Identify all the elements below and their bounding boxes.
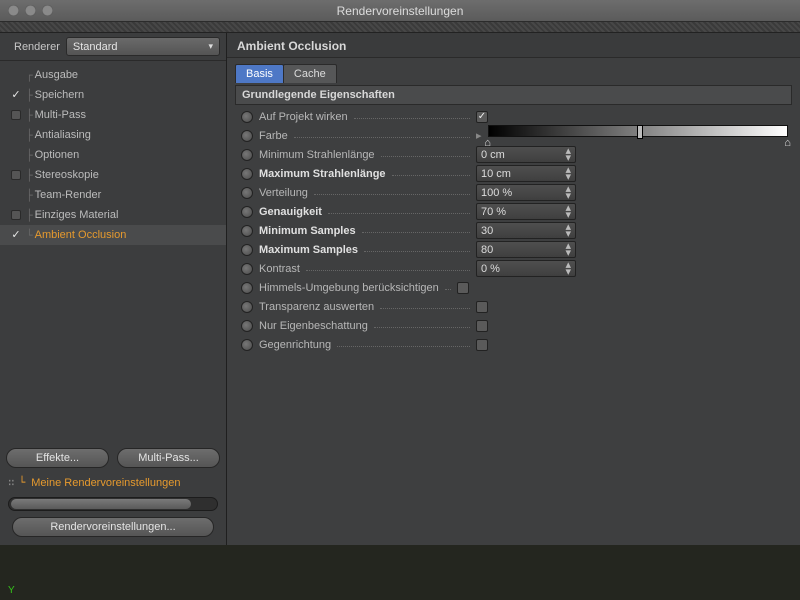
- axis-label-y: Y: [8, 585, 15, 596]
- sky-env-checkbox[interactable]: [457, 282, 469, 294]
- row-apply-project: Auf Projekt wirken ✓: [235, 107, 792, 126]
- checkbox-icon[interactable]: [11, 110, 21, 120]
- tree-item-stereoskopie[interactable]: ├ Stereoskopie: [0, 165, 226, 185]
- window-body: Renderer Standard ▾ ┌ Ausgabe ✓├ Speiche…: [0, 33, 800, 545]
- radio-icon[interactable]: [241, 149, 253, 161]
- radio-icon[interactable]: [241, 225, 253, 237]
- row-self-shadow: Nur Eigenbeschattung: [235, 316, 792, 335]
- radio-icon[interactable]: [241, 244, 253, 256]
- scrollbar-thumb[interactable]: [11, 499, 191, 509]
- min-samples-field[interactable]: 30▴▾: [476, 222, 576, 239]
- spinner-icon: ▴▾: [565, 167, 571, 181]
- gradient-stop-left[interactable]: ⌂: [484, 137, 491, 149]
- viewport[interactable]: Y: [0, 545, 800, 600]
- row-min-samples: Minimum Samples 30▴▾: [235, 221, 792, 240]
- property-rows: Auf Projekt wirken ✓ Farbe ▸: [235, 105, 792, 356]
- checkbox-icon[interactable]: [11, 210, 21, 220]
- row-transparency: Transparenz auswerten: [235, 297, 792, 316]
- tab-basis[interactable]: Basis: [235, 64, 284, 83]
- tree-item-optionen[interactable]: ├ Optionen: [0, 145, 226, 165]
- tree-item-ambient-occlusion[interactable]: ✓└ Ambient Occlusion: [0, 225, 226, 245]
- chevron-down-icon: ▾: [208, 41, 213, 52]
- check-icon[interactable]: ✓: [11, 230, 22, 241]
- radio-icon[interactable]: [241, 301, 253, 313]
- max-ray-field[interactable]: 10 cm▴▾: [476, 165, 576, 182]
- tree-item-einziges-material[interactable]: ├ Einziges Material: [0, 205, 226, 225]
- multipass-button[interactable]: Multi-Pass...: [117, 448, 220, 468]
- left-panel: Renderer Standard ▾ ┌ Ausgabe ✓├ Speiche…: [0, 33, 227, 545]
- arrow-right-icon[interactable]: ▸: [476, 129, 482, 142]
- gradient-stop-right[interactable]: ⌂: [784, 137, 791, 149]
- spinner-icon: ▴▾: [565, 148, 571, 162]
- presets-row[interactable]: ∷ └ Meine Rendervoreinstellungen: [6, 474, 220, 497]
- row-distribution: Verteilung 100 %▴▾: [235, 183, 792, 202]
- settings-tree: ┌ Ausgabe ✓├ Speichern ├ Multi-Pass ├ An…: [0, 61, 226, 442]
- radio-icon[interactable]: [241, 282, 253, 294]
- tree-item-multipass[interactable]: ├ Multi-Pass: [0, 105, 226, 125]
- right-panel: Ambient Occlusion Basis Cache Grundlegen…: [227, 33, 800, 545]
- basic-properties-group: Grundlegende Eigenschaften Auf Projekt w…: [235, 85, 792, 356]
- spinner-icon: ▴▾: [565, 205, 571, 219]
- window-title: Rendervoreinstellungen: [0, 4, 800, 18]
- max-samples-field[interactable]: 80▴▾: [476, 241, 576, 258]
- renderer-row: Renderer Standard ▾: [0, 33, 226, 61]
- spinner-icon: ▴▾: [565, 243, 571, 257]
- expand-icon[interactable]: ∷: [8, 476, 15, 489]
- radio-icon[interactable]: [241, 187, 253, 199]
- transparency-checkbox[interactable]: [476, 301, 488, 313]
- radio-icon[interactable]: [241, 263, 253, 275]
- min-ray-field[interactable]: 0 cm▴▾: [476, 146, 576, 163]
- grip-area[interactable]: [0, 22, 800, 33]
- reverse-checkbox[interactable]: [476, 339, 488, 351]
- spinner-icon: ▴▾: [565, 262, 571, 276]
- tabs: Basis Cache: [227, 58, 800, 83]
- titlebar[interactable]: Rendervoreinstellungen: [0, 0, 800, 22]
- render-settings-window: Rendervoreinstellungen Renderer Standard…: [0, 0, 800, 545]
- renderer-label: Renderer: [14, 41, 60, 53]
- color-gradient[interactable]: [488, 125, 788, 137]
- distribution-field[interactable]: 100 %▴▾: [476, 184, 576, 201]
- open-render-settings-button[interactable]: Rendervoreinstellungen...: [12, 517, 214, 537]
- radio-icon[interactable]: [241, 206, 253, 218]
- checkbox-icon[interactable]: [11, 170, 21, 180]
- effects-button[interactable]: Effekte...: [6, 448, 109, 468]
- row-max-samples: Maximum Samples 80▴▾: [235, 240, 792, 259]
- row-contrast: Kontrast 0 %▴▾: [235, 259, 792, 278]
- row-sky-env: Himmels-Umgebung berücksichtigen: [235, 278, 792, 297]
- left-bottom: Effekte... Multi-Pass... ∷ └ Meine Rende…: [0, 442, 226, 545]
- self-shadow-checkbox[interactable]: [476, 320, 488, 332]
- row-reverse: Gegenrichtung: [235, 335, 792, 354]
- group-title: Grundlegende Eigenschaften: [235, 85, 792, 105]
- radio-icon[interactable]: [241, 320, 253, 332]
- check-icon[interactable]: ✓: [11, 90, 22, 101]
- tree-item-speichern[interactable]: ✓├ Speichern: [0, 85, 226, 105]
- panel-title: Ambient Occlusion: [227, 33, 800, 58]
- renderer-value: Standard: [73, 41, 118, 53]
- renderer-dropdown[interactable]: Standard ▾: [66, 37, 220, 56]
- spinner-icon: ▴▾: [565, 224, 571, 238]
- radio-icon[interactable]: [241, 339, 253, 351]
- tree-item-ausgabe[interactable]: ┌ Ausgabe: [0, 65, 226, 85]
- radio-icon[interactable]: [241, 111, 253, 123]
- tab-cache[interactable]: Cache: [283, 64, 337, 83]
- tree-item-antialiasing[interactable]: ├ Antialiasing: [0, 125, 226, 145]
- row-max-ray: Maximum Strahlenlänge 10 cm▴▾: [235, 164, 792, 183]
- apply-project-checkbox[interactable]: ✓: [476, 111, 488, 123]
- row-color: Farbe ▸ ⌂ ⌂: [235, 126, 792, 145]
- accuracy-field[interactable]: 70 %▴▾: [476, 203, 576, 220]
- spinner-icon: ▴▾: [565, 186, 571, 200]
- gradient-stops: ⌂ ⌂: [488, 137, 788, 147]
- contrast-field[interactable]: 0 %▴▾: [476, 260, 576, 277]
- presets-label: Meine Rendervoreinstellungen: [31, 477, 180, 489]
- radio-icon[interactable]: [241, 168, 253, 180]
- horizontal-scrollbar[interactable]: [8, 497, 218, 511]
- row-accuracy: Genauigkeit 70 %▴▾: [235, 202, 792, 221]
- tree-item-teamrender[interactable]: ├ Team-Render: [0, 185, 226, 205]
- row-min-ray: Minimum Strahlenlänge 0 cm▴▾: [235, 145, 792, 164]
- radio-icon[interactable]: [241, 130, 253, 142]
